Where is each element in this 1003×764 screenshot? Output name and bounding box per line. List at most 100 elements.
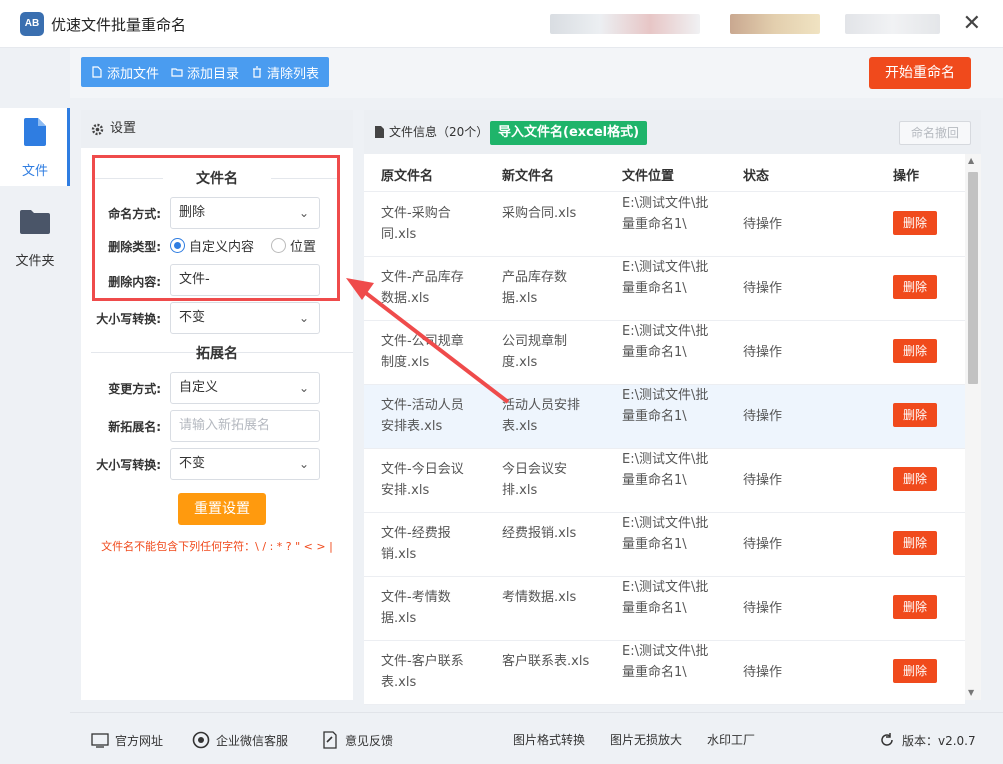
watermark-factory-link[interactable]: 水印工厂 bbox=[707, 731, 755, 748]
column-status: 状态 bbox=[743, 169, 770, 184]
add-file-label: 添加文件 bbox=[107, 66, 160, 82]
reset-settings-button[interactable]: 重置设置 bbox=[178, 493, 266, 525]
new-name-cell: 考情数据.xls bbox=[502, 590, 577, 605]
status-cell: 待操作 bbox=[743, 601, 783, 616]
settings-header: 设置 bbox=[81, 110, 353, 148]
original-name-cell: 文件-客户联系表.xls bbox=[381, 654, 464, 690]
delete-row-button[interactable]: 删除 bbox=[893, 339, 937, 363]
sidebar: 文件 文件夹 bbox=[0, 98, 70, 764]
app-title: 优速文件批量重命名 bbox=[51, 16, 187, 34]
table-row[interactable]: 文件-今日会议安排.xls 今日会议安排.xls E:\测试文件\批量重命名1\ 待操… bbox=[364, 449, 965, 513]
extension-case-label: 大小写转换: bbox=[96, 458, 161, 472]
toolbar: 添加文件 添加目录 清除列表 开始重命名 bbox=[70, 48, 1003, 98]
sidebar-item-file[interactable]: 文件 bbox=[0, 108, 70, 186]
location-cell: E:\测试文件\批量重命名1\ bbox=[622, 388, 709, 424]
clear-list-label: 清除列表 bbox=[267, 66, 320, 82]
change-mode-select[interactable]: 自定义 ⌄ bbox=[170, 372, 320, 404]
add-directory-button[interactable]: 添加目录 bbox=[165, 57, 245, 87]
import-excel-button[interactable]: 导入文件名(excel格式) bbox=[490, 121, 648, 145]
document-icon bbox=[375, 125, 384, 138]
scroll-down-arrow-icon[interactable]: ▼ bbox=[968, 688, 974, 697]
original-name-cell: 文件-经费报销.xls bbox=[381, 526, 451, 562]
version-label: 版本：v2.0.7 bbox=[902, 733, 976, 748]
status-cell: 待操作 bbox=[743, 409, 783, 424]
case-convert-label: 大小写转换: bbox=[96, 312, 161, 326]
location-cell: E:\测试文件\批量重命名1\ bbox=[622, 260, 709, 296]
chevron-down-icon: ⌄ bbox=[298, 457, 309, 471]
original-name-cell: 文件-考情数据.xls bbox=[381, 590, 451, 626]
scroll-up-arrow-icon[interactable]: ▲ bbox=[968, 156, 974, 165]
file-list-header: 文件信息（20个） 导入文件名(excel格式) 命名撤回 bbox=[364, 110, 981, 154]
column-new-name: 新文件名 bbox=[502, 169, 555, 184]
vertical-scrollbar[interactable]: ▲ ▼ bbox=[965, 154, 981, 700]
delete-row-button[interactable]: 删除 bbox=[893, 275, 937, 299]
table-row[interactable]: 文件-采购合同.xls 采购合同.xls E:\测试文件\批量重命名1\ 待操作 删除 bbox=[364, 193, 965, 257]
start-rename-button[interactable]: 开始重命名 bbox=[869, 57, 971, 89]
table-row[interactable]: 文件-公司规章制度.xls 公司规章制度.xls E:\测试文件\批量重命名1\ 待操… bbox=[364, 321, 965, 385]
column-action: 操作 bbox=[893, 169, 920, 184]
new-name-cell: 产品库存数据.xls bbox=[502, 270, 568, 306]
column-original-name: 原文件名 bbox=[381, 169, 434, 184]
blurred-window-controls[interactable] bbox=[845, 14, 940, 34]
image-format-convert-link[interactable]: 图片格式转换 bbox=[513, 731, 585, 748]
settings-title: 设置 bbox=[110, 121, 137, 136]
scroll-thumb[interactable] bbox=[968, 172, 978, 384]
status-cell: 待操作 bbox=[743, 345, 783, 360]
location-cell: E:\测试文件\批量重命名1\ bbox=[622, 516, 709, 552]
delete-row-button[interactable]: 删除 bbox=[893, 531, 937, 555]
new-extension-input[interactable]: 请输入新拓展名 bbox=[170, 410, 320, 442]
extension-case-select[interactable]: 不变 ⌄ bbox=[170, 448, 320, 480]
folder-icon bbox=[20, 210, 50, 234]
change-mode-label: 变更方式: bbox=[108, 382, 161, 396]
table-row[interactable]: 文件-经费报销.xls 经费报销.xls E:\测试文件\批量重命名1\ 待操作 删除 bbox=[364, 513, 965, 577]
status-cell: 待操作 bbox=[743, 537, 783, 552]
location-cell: E:\测试文件\批量重命名1\ bbox=[622, 644, 709, 680]
case-convert-value: 不变 bbox=[179, 310, 206, 325]
delete-row-button[interactable]: 删除 bbox=[893, 595, 937, 619]
feedback-link[interactable]: 意见反馈 bbox=[321, 731, 393, 749]
delete-row-button[interactable]: 删除 bbox=[893, 403, 937, 427]
highlight-annotation-box bbox=[92, 155, 340, 301]
delete-row-button[interactable]: 删除 bbox=[893, 467, 937, 491]
sidebar-item-folder[interactable]: 文件夹 bbox=[0, 198, 70, 276]
case-convert-select[interactable]: 不变 ⌄ bbox=[170, 302, 320, 334]
add-file-button[interactable]: 添加文件 bbox=[85, 57, 165, 87]
location-cell: E:\测试文件\批量重命名1\ bbox=[622, 196, 709, 232]
file-list-panel: 文件信息（20个） 导入文件名(excel格式) 命名撤回 原文件名 新文件名 … bbox=[364, 110, 981, 705]
feedback-label: 意见反馈 bbox=[345, 733, 394, 748]
location-cell: E:\测试文件\批量重命名1\ bbox=[622, 324, 709, 360]
status-cell: 待操作 bbox=[743, 217, 783, 232]
image-enlarge-link[interactable]: 图片无损放大 bbox=[610, 731, 682, 748]
new-extension-label: 新拓展名: bbox=[108, 420, 161, 434]
file-button-group: 添加文件 添加目录 清除列表 bbox=[81, 57, 330, 87]
delete-row-button[interactable]: 删除 bbox=[893, 659, 937, 683]
version-info[interactable]: 版本：v2.0.7 bbox=[878, 731, 976, 749]
table-row[interactable]: 文件-客户联系表.xls 客户联系表.xls E:\测试文件\批量重命名1\ 待操作 删… bbox=[364, 641, 965, 705]
table-row[interactable]: 文件-产品库存数据.xls 产品库存数据.xls E:\测试文件\批量重命名1\ 待操… bbox=[364, 257, 965, 321]
location-cell: E:\测试文件\批量重命名1\ bbox=[622, 580, 709, 616]
extension-case-value: 不变 bbox=[179, 456, 206, 471]
new-name-cell: 今日会议安排.xls bbox=[502, 462, 568, 498]
status-cell: 待操作 bbox=[743, 281, 783, 296]
clear-list-button[interactable]: 清除列表 bbox=[245, 57, 325, 87]
blurred-user-avatar[interactable] bbox=[730, 14, 820, 34]
change-mode-value: 自定义 bbox=[179, 380, 219, 395]
chevron-down-icon: ⌄ bbox=[298, 381, 309, 395]
new-name-cell: 采购合同.xls bbox=[502, 206, 577, 221]
wechat-support-link[interactable]: 企业微信客服 bbox=[192, 731, 288, 749]
delete-row-button[interactable]: 删除 bbox=[893, 211, 937, 235]
official-website-link[interactable]: 官方网址 bbox=[91, 731, 163, 749]
close-icon[interactable]: ✕ bbox=[963, 11, 981, 36]
file-info: 文件信息（20个） bbox=[374, 123, 488, 140]
original-name-cell: 文件-采购合同.xls bbox=[381, 206, 451, 242]
table-row[interactable]: 文件-活动人员安排表.xls 活动人员安排表.xls E:\测试文件\批量重命名1\… bbox=[364, 385, 965, 449]
title-bar: AB 优速文件批量重命名 ✕ bbox=[0, 0, 1003, 48]
status-cell: 待操作 bbox=[743, 473, 783, 488]
footer: 官方网址 企业微信客服 意见反馈 图片格式转换 图片无损放大 水印工厂 版本：v… bbox=[70, 712, 1003, 764]
table-row[interactable]: 文件-考情数据.xls 考情数据.xls E:\测试文件\批量重命名1\ 待操作 删除 bbox=[364, 577, 965, 641]
original-name-cell: 文件-公司规章制度.xls bbox=[381, 334, 464, 370]
table-header: 原文件名 新文件名 文件位置 状态 操作 bbox=[364, 154, 965, 192]
file-count-label: 文件信息（20个） bbox=[389, 125, 489, 139]
new-name-cell: 公司规章制度.xls bbox=[502, 334, 568, 370]
undo-rename-button[interactable]: 命名撤回 bbox=[899, 121, 971, 145]
